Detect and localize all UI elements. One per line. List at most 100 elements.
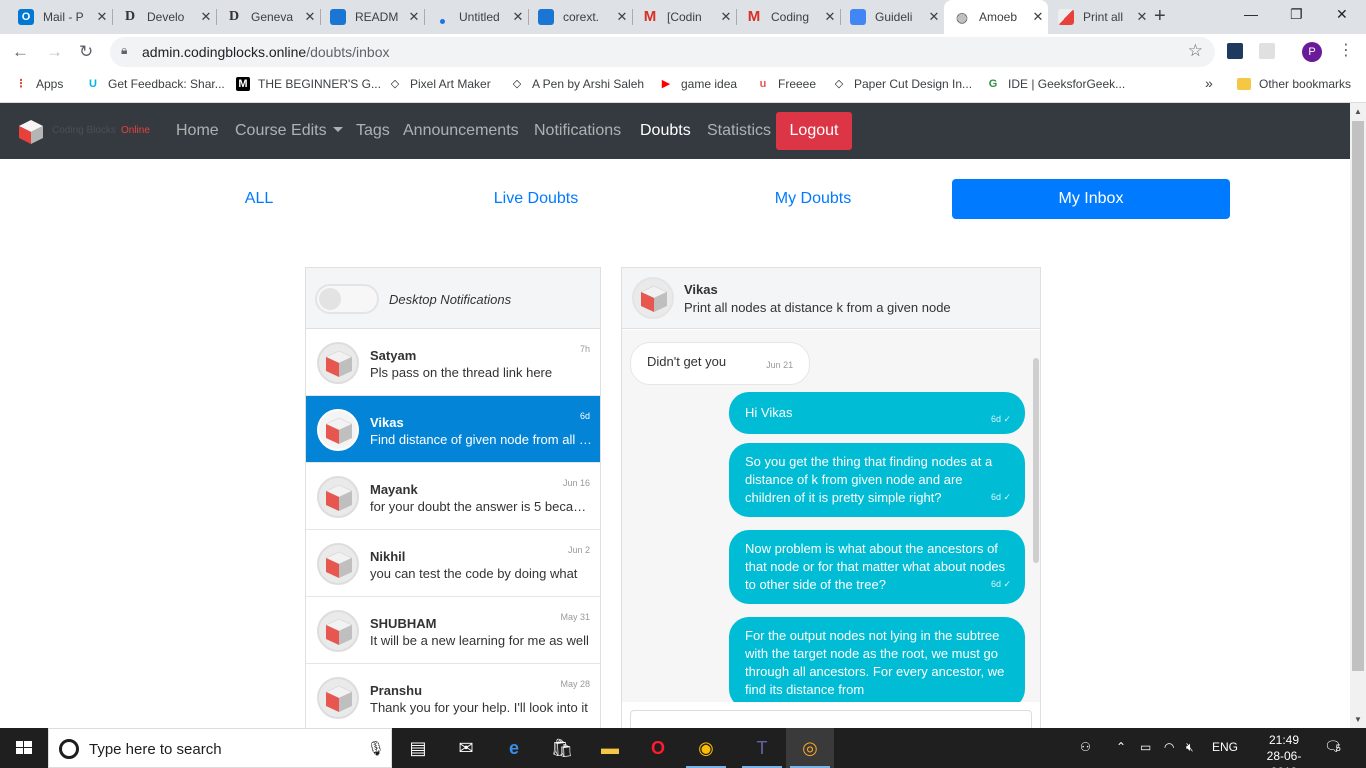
bookmark-item[interactable]: M THE BEGINNER'S G...	[236, 77, 381, 91]
chrome-icon[interactable]: ◉	[682, 728, 730, 768]
bookmark-item[interactable]: G IDE | GeeksforGeek...	[986, 77, 1125, 91]
app-icon[interactable]: ◎	[786, 728, 834, 768]
volume-muted-icon[interactable]: 🔇︎	[1186, 740, 1194, 755]
bookmark-item[interactable]: u Freeee	[756, 77, 816, 91]
microphone-icon[interactable]: 🎙︎	[367, 740, 385, 757]
close-tab-icon[interactable]: ✕	[716, 9, 736, 25]
menu-icon[interactable]: ⋮	[1338, 40, 1354, 60]
opera-icon[interactable]: O	[634, 728, 682, 768]
conversation-item[interactable]: Pranshu May 28 Thank you for your help. I'…	[306, 664, 600, 728]
tab-live-doubts[interactable]: Live Doubts	[397, 179, 675, 219]
browser-tab[interactable]: Guideli ✕	[840, 0, 944, 34]
browser-tab[interactable]: D Geneva ✕	[216, 0, 320, 34]
windows-start-icon[interactable]	[0, 728, 48, 768]
restore-button[interactable]: ❐	[1290, 6, 1303, 23]
close-window-button[interactable]: ✕	[1336, 6, 1348, 23]
nav-doubts[interactable]: Doubts	[640, 122, 691, 140]
conversation-item[interactable]: SHUBHAM May 31 It will be a new learning f…	[306, 597, 600, 664]
close-tab-icon[interactable]: ✕	[508, 9, 528, 25]
close-tab-icon[interactable]: ✕	[1028, 9, 1048, 25]
people-icon[interactable]: ⚇	[1080, 740, 1091, 754]
close-tab-icon[interactable]: ✕	[1132, 9, 1152, 25]
more-bookmarks-button[interactable]: »	[1205, 75, 1213, 91]
profile-avatar[interactable]: P	[1302, 42, 1322, 62]
other-bookmarks[interactable]: Other bookmarks	[1237, 77, 1351, 91]
language-indicator[interactable]: ENG	[1212, 740, 1238, 754]
browser-tab[interactable]: M Coding ✕	[736, 0, 840, 34]
message-list[interactable]: Didn't get you Jun 21 Hi Vikas 6d ✓ 6d ✓ So y…	[622, 330, 1040, 702]
nav-home[interactable]: Home	[176, 122, 219, 140]
bookmark-item[interactable]: ◇ Paper Cut Design In...	[832, 77, 972, 91]
message-input[interactable]	[630, 710, 1032, 728]
logout-button[interactable]: Logout	[776, 112, 852, 150]
teams-icon[interactable]: T	[738, 728, 786, 768]
edge-browser-icon[interactable]: e	[490, 728, 538, 768]
page-scrollbar[interactable]: ▲ ▼	[1350, 103, 1366, 728]
store-icon[interactable]: 🛍︎	[538, 728, 586, 768]
coding-blocks-logo[interactable]	[17, 118, 45, 146]
close-tab-icon[interactable]: ✕	[196, 9, 216, 25]
conversation-item[interactable]: Vikas 6d Find distance of given node from …	[306, 396, 600, 463]
bookmark-item[interactable]: ◇ A Pen by Arshi Saleh	[510, 77, 644, 91]
browser-tab[interactable]: D Develo ✕	[112, 0, 216, 34]
minimize-button[interactable]: —	[1244, 6, 1258, 22]
address-bar[interactable]: 🔒︎ admin.codingblocks.online/doubts/inbo…	[110, 37, 1215, 67]
bookmark-item[interactable]: U Get Feedback: Shar...	[86, 77, 225, 91]
extension-icon[interactable]	[1227, 43, 1243, 59]
system-clock[interactable]: 21:49 28-06-2019	[1254, 732, 1314, 768]
wifi-icon[interactable]: ◠	[1164, 740, 1174, 754]
bookmark-label: THE BEGINNER'S G...	[258, 77, 381, 91]
back-icon[interactable]: ←	[12, 42, 29, 62]
close-tab-icon[interactable]: ✕	[92, 9, 112, 25]
nav-tags[interactable]: Tags	[356, 122, 390, 140]
nav-announcements[interactable]: Announcements	[403, 122, 519, 140]
scroll-up-icon[interactable]: ▲	[1354, 107, 1362, 116]
nav-notifications[interactable]: Notifications	[534, 122, 621, 140]
conversation-name: Satyam	[370, 348, 417, 363]
nav-label: Statistics	[707, 122, 772, 139]
conversation-item[interactable]: Nikhil Jun 2 you can test the code by doin…	[306, 530, 600, 597]
bookmark-star-icon[interactable]: ☆	[1188, 41, 1203, 61]
bookmark-item[interactable]: ▶ game idea	[659, 77, 737, 91]
browser-tab[interactable]: ◍ Amoeb ✕	[944, 0, 1048, 34]
tab-my-doubts[interactable]: My Doubts	[674, 179, 952, 219]
close-tab-icon[interactable]: ✕	[300, 9, 320, 25]
nav-course-edits[interactable]: Course Edits	[235, 122, 343, 140]
close-tab-icon[interactable]: ✕	[404, 9, 424, 25]
apps-grid-icon: ⋮	[15, 78, 27, 90]
battery-icon[interactable]: ▭	[1140, 740, 1151, 754]
extension-icon[interactable]	[1259, 43, 1275, 59]
scrollbar-thumb[interactable]	[1352, 121, 1364, 671]
browser-tab[interactable]: corext. ✕	[528, 0, 632, 34]
close-tab-icon[interactable]: ✕	[820, 9, 840, 25]
browser-tab-title: Amoeb	[979, 10, 1018, 24]
bookmark-item[interactable]: ◇ Pixel Art Maker	[388, 77, 491, 91]
conversation-preview: Find distance of given node from all nod…	[370, 432, 592, 447]
task-view-icon[interactable]: ▤	[394, 728, 442, 768]
browser-tab[interactable]: O Mail - P ✕	[8, 0, 112, 34]
tab-my-inbox[interactable]: My Inbox	[952, 179, 1230, 219]
nav-statistics[interactable]: Statistics	[707, 122, 771, 140]
show-hidden-icons[interactable]: ⌃	[1116, 740, 1126, 754]
conversation-item[interactable]: Mayank Jun 16 for your doubt the answer is…	[306, 463, 600, 530]
browser-tab[interactable]: M [Codin ✕	[632, 0, 736, 34]
file-explorer-icon[interactable]: ▬	[586, 728, 634, 768]
browser-tab[interactable]: Untitled ✕	[424, 0, 528, 34]
tab-all[interactable]: ALL	[120, 179, 398, 219]
close-tab-icon[interactable]: ✕	[612, 9, 632, 25]
reload-icon[interactable]: ↻	[79, 42, 93, 62]
new-tab-button[interactable]: +	[1154, 5, 1166, 28]
action-center-icon[interactable]: 🗨︎5	[1324, 738, 1342, 755]
clock-time: 21:49	[1268, 733, 1300, 747]
close-tab-icon[interactable]: ✕	[924, 9, 944, 25]
conversation-item[interactable]: Satyam 7h Pls pass on the thread link here	[306, 329, 600, 396]
browser-tab[interactable]: Print all ✕	[1048, 0, 1152, 34]
desktop-notifications-toggle[interactable]	[315, 284, 379, 314]
bookmark-item[interactable]: ⋮ Apps	[14, 77, 64, 91]
forward-icon[interactable]: →	[46, 42, 63, 62]
mail-app-icon[interactable]: ✉	[442, 728, 490, 768]
taskbar-search[interactable]: Type here to search 🎙︎	[48, 728, 392, 768]
scroll-down-icon[interactable]: ▼	[1354, 715, 1362, 724]
browser-tab[interactable]: READM ✕	[320, 0, 424, 34]
message-scrollbar[interactable]	[1033, 358, 1039, 563]
